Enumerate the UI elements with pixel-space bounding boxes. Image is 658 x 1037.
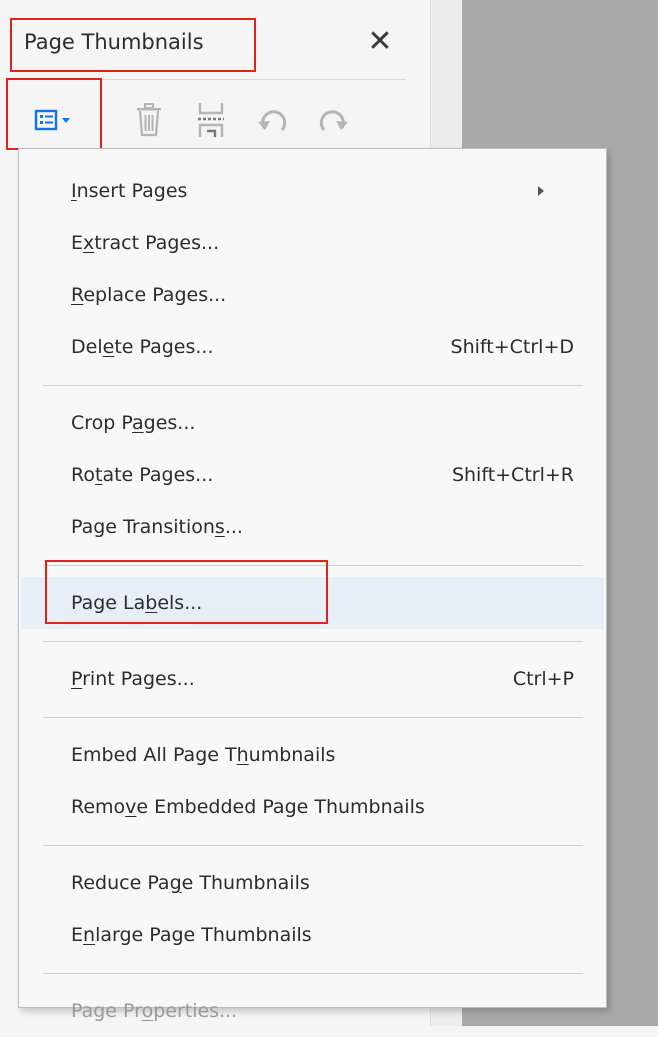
- menu-item-extract-pages[interactable]: Extract Pages...: [21, 217, 604, 269]
- menu-item-label: Page Labels...: [71, 592, 203, 614]
- menu-item-shortcut: Ctrl+P: [512, 668, 574, 690]
- menu-separator: [43, 845, 583, 846]
- menu-item-replace-pages[interactable]: Replace Pages...: [21, 269, 604, 321]
- menu-item-embed-all-page-thumbnails[interactable]: Embed All Page Thumbnails: [21, 729, 604, 781]
- menu-item-label: Remove Embedded Page Thumbnails: [71, 796, 425, 818]
- menu-item-rotate-pages[interactable]: Rotate Pages... Shift+Ctrl+R: [21, 449, 604, 501]
- menu-item-label: Extract Pages...: [71, 232, 220, 254]
- insert-pages-icon: [198, 103, 224, 137]
- menu-item-crop-pages[interactable]: Crop Pages...: [21, 397, 604, 449]
- menu-item-label: Crop Pages...: [71, 412, 196, 434]
- menu-separator: [43, 973, 583, 974]
- menu-item-label: Page Properties...: [71, 1000, 238, 1022]
- menu-item-label: Delete Pages...: [71, 336, 214, 358]
- menu-item-label: Replace Pages...: [71, 284, 227, 306]
- close-button[interactable]: ✕: [364, 22, 396, 62]
- options-icon: [34, 109, 70, 131]
- menu-item-label: Rotate Pages...: [71, 464, 214, 486]
- menu-item-label: Insert Pages: [71, 180, 188, 202]
- menu-item-shortcut: Shift+Ctrl+D: [450, 336, 574, 358]
- menu-separator: [43, 717, 583, 718]
- menu-item-page-transitions[interactable]: Page Transitions...: [21, 501, 604, 553]
- rotate-counterclockwise-icon: [258, 110, 287, 131]
- submenu-arrow-icon: [538, 186, 544, 196]
- header-divider: [10, 79, 406, 80]
- rotate-clockwise-icon: [319, 110, 348, 131]
- menu-item-page-properties: Page Properties...: [21, 985, 604, 1037]
- menu-item-delete-pages[interactable]: Delete Pages... Shift+Ctrl+D: [21, 321, 604, 373]
- menu-item-reduce-page-thumbnails[interactable]: Reduce Page Thumbnails: [21, 857, 604, 909]
- menu-item-label: Page Transitions...: [71, 516, 243, 538]
- menu-item-label: Enlarge Page Thumbnails: [71, 924, 312, 946]
- menu-separator: [43, 565, 583, 566]
- menu-item-label: Print Pages...: [71, 668, 195, 690]
- menu-item-shortcut: Shift+Ctrl+R: [451, 464, 574, 486]
- panel-title: Page Thumbnails: [24, 30, 204, 54]
- menu-item-label: Reduce Page Thumbnails: [71, 872, 310, 894]
- menu-item-enlarge-page-thumbnails[interactable]: Enlarge Page Thumbnails: [21, 909, 604, 961]
- menu-item-print-pages[interactable]: Print Pages... Ctrl+P: [21, 653, 604, 705]
- options-button[interactable]: [10, 98, 100, 142]
- menu-item-remove-embedded-page-thumbnails[interactable]: Remove Embedded Page Thumbnails: [21, 781, 604, 833]
- delete-icon: [137, 103, 161, 137]
- rotate-counterclockwise-button: [252, 98, 292, 142]
- insert-pages-button: [188, 98, 234, 142]
- menu-separator: [43, 641, 583, 642]
- menu-separator: [43, 385, 583, 386]
- options-menu: Insert Pages Extract Pages... Replace Page…: [18, 148, 607, 1022]
- rotate-clockwise-button: [314, 98, 354, 142]
- delete-button: [126, 98, 172, 142]
- menu-item-insert-pages[interactable]: Insert Pages: [21, 165, 604, 217]
- menu-item-page-labels[interactable]: Page Labels...: [21, 577, 604, 629]
- menu-item-label: Embed All Page Thumbnails: [71, 744, 336, 766]
